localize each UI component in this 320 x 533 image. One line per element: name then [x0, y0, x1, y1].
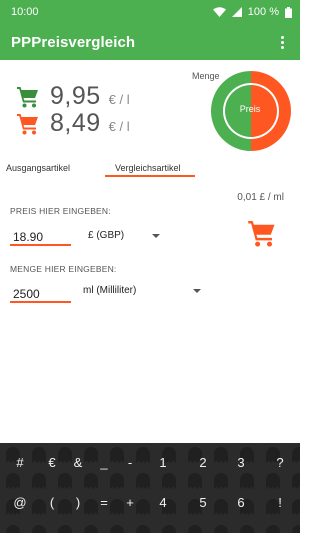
currency-select-value: £ (GBP): [88, 230, 125, 241]
key-5[interactable]: 5: [191, 495, 215, 510]
key-6[interactable]: 6: [229, 495, 253, 510]
price-input[interactable]: 18.90: [13, 230, 43, 244]
quantity-input[interactable]: 2500: [13, 287, 40, 301]
key-at[interactable]: @: [8, 495, 32, 510]
key-euro[interactable]: €: [40, 455, 64, 470]
cell-signal-icon: [231, 7, 242, 17]
key-ampersand[interactable]: &: [66, 455, 90, 470]
status-icons: 100 %: [212, 6, 292, 18]
price-value-original: 9,95: [50, 82, 101, 110]
key-plus[interactable]: +: [118, 495, 142, 510]
price-field-label: PREIS HIER EINGEBEN:: [10, 206, 111, 216]
key-minus[interactable]: -: [118, 455, 142, 470]
battery-text: 100 %: [247, 6, 279, 18]
chevron-down-icon: [152, 233, 160, 238]
status-bar: 10:00 100 %: [0, 0, 300, 24]
shopping-cart-green-icon: [17, 86, 38, 107]
price-input-underline: [10, 244, 71, 246]
quantity-input-underline: [10, 301, 71, 303]
unit-price-readout: 0,01 £ / ml: [237, 192, 284, 203]
key-3[interactable]: 3: [229, 455, 253, 470]
wifi-icon: [212, 7, 226, 17]
price-unit-original: € / l: [108, 92, 130, 107]
app-bar: PPPreisvergleich: [0, 24, 300, 60]
price-row-original: 9,95 € / l: [16, 82, 130, 111]
price-row-compare: 8,49 € / l: [16, 109, 130, 138]
key-1[interactable]: 1: [151, 455, 175, 470]
chevron-down-icon: [193, 288, 201, 293]
currency-select[interactable]: £ (GBP): [88, 230, 160, 241]
status-time: 10:00: [11, 6, 39, 18]
key-exclamation[interactable]: !: [268, 495, 292, 510]
unit-select-value: ml (Milliliter): [83, 285, 137, 296]
key-paren-open[interactable]: (: [40, 495, 64, 510]
price-unit-compare: € / l: [108, 119, 130, 134]
tab-ausgangsartikel[interactable]: Ausgangsartikel: [6, 163, 70, 173]
key-question[interactable]: ?: [268, 455, 292, 470]
tab-active-indicator: [105, 175, 195, 177]
add-to-cart-icon[interactable]: [247, 219, 277, 248]
key-4[interactable]: 4: [151, 495, 175, 510]
price-value-compare: 8,49: [50, 109, 101, 137]
tab-bar: Ausgangsartikel Vergleichsartikel: [0, 158, 300, 182]
unit-select[interactable]: ml (Milliliter): [83, 285, 201, 296]
key-2[interactable]: 2: [191, 455, 215, 470]
key-hash[interactable]: #: [8, 455, 32, 470]
shopping-cart-orange-icon: [17, 113, 38, 134]
key-underscore[interactable]: _: [92, 455, 116, 470]
key-paren-close[interactable]: ): [66, 495, 90, 510]
preis-label: Preis: [239, 104, 261, 114]
battery-icon: [285, 6, 292, 18]
tab-vergleichsartikel[interactable]: Vergleichsartikel: [115, 163, 181, 173]
key-equals[interactable]: =: [92, 495, 116, 510]
app-title: PPPreisvergleich: [11, 33, 136, 51]
symbol-keyboard: # € & _ - 1 2 3 ? @ ( ) = + 4 5 6 !: [0, 443, 300, 533]
overflow-menu-icon[interactable]: [270, 24, 294, 60]
quantity-field-label: MENGE HIER EINGEBEN:: [10, 264, 117, 274]
